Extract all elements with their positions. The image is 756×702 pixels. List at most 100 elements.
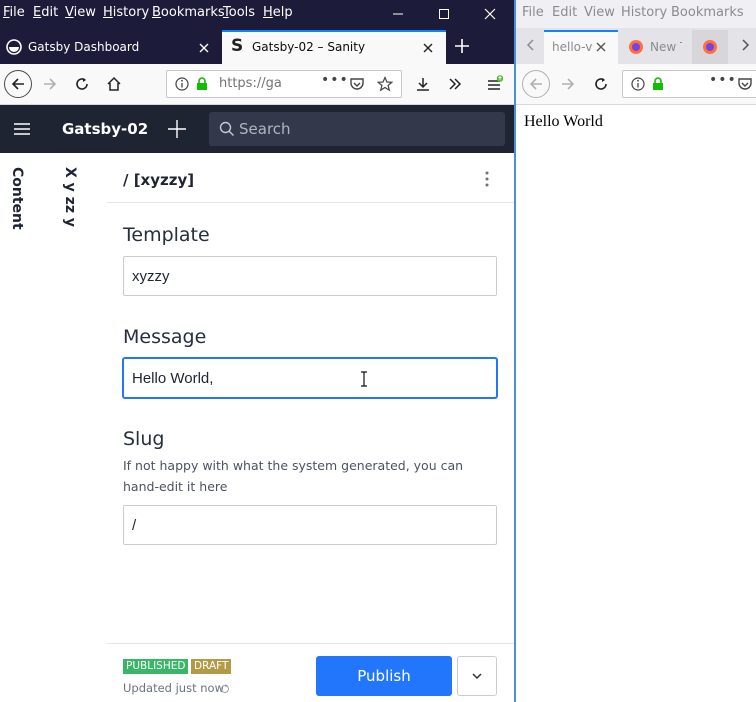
menu-edit[interactable]: Edit [33,5,58,20]
menu-bar: File Edit View History Bookmarks Tools H… [0,0,514,28]
document-menu-button[interactable] [479,169,495,189]
menu-history[interactable]: History [621,5,667,20]
url-text: https://ga [219,76,282,91]
tab-label: New T [650,40,682,54]
maximize-button[interactable] [421,0,467,28]
message-label: Message [123,326,207,348]
download-icon [417,78,429,91]
tab-hello-world[interactable]: hello-v [544,30,618,64]
project-name[interactable]: Gatsby-02 [62,120,148,138]
arrow-right-icon [562,78,575,90]
sync-icon [221,684,229,693]
menu-edit[interactable]: Edit [552,5,577,20]
chevron-right-icon [742,39,750,51]
page-body-text: Hello World [524,113,603,130]
app-menu-button[interactable] [482,72,506,96]
menu-view[interactable]: View [65,5,96,20]
pane-content[interactable]: Content [0,153,53,702]
gatsby-icon [6,39,22,55]
page-actions-icon[interactable]: ••• [321,72,349,88]
reload-button[interactable] [70,72,94,96]
slug-description: If not happy with what the system genera… [123,458,464,494]
tab-scroll-right-button[interactable] [738,38,752,52]
pane-title-content: Content [9,167,25,230]
home-button[interactable] [102,72,126,96]
arrow-left-icon [529,78,542,90]
minimize-icon [393,13,403,15]
search-input[interactable] [239,112,489,146]
back-button[interactable] [4,70,32,98]
sync-status: Updated just now [123,681,224,695]
menu-view[interactable]: View [584,5,615,20]
close-icon [423,43,433,53]
double-chevron-icon [449,78,462,90]
info-icon [175,77,189,91]
reload-button[interactable] [589,72,613,96]
document-title: / [xyzzy] [123,171,195,189]
create-document-button[interactable] [166,118,188,140]
forward-button[interactable] [38,72,62,96]
tab-firefox[interactable] [692,30,728,64]
star-icon[interactable] [377,76,393,92]
menu-file[interactable]: File [3,5,25,20]
publish-button[interactable]: Publish [316,656,452,696]
slug-input[interactable] [123,505,497,545]
firefox-icon [703,40,717,54]
tab-gatsby-dashboard[interactable]: Gatsby Dashboard [0,30,220,64]
search-icon [219,121,234,136]
maximize-icon [439,9,449,19]
forward-button[interactable] [556,72,580,96]
downloads-button[interactable] [411,72,435,96]
overflow-button[interactable] [443,72,467,96]
more-vertical-icon [485,171,489,187]
tab-close-button[interactable] [421,41,435,55]
page-actions-icon[interactable]: ••• [709,72,737,88]
search-box [209,112,505,146]
browser-window-right: File Edit View History Bookmarks hello-v… [514,0,756,702]
slug-label: Slug [123,428,165,450]
menu-history[interactable]: History [103,5,149,20]
template-input[interactable] [123,256,497,296]
lock-icon [653,77,663,90]
menu-bookmarks[interactable]: Bookmarks [152,5,225,20]
navigation-toolbar: https://ga ••• [0,64,514,105]
menu-help[interactable]: Help [263,5,293,20]
close-icon [596,42,606,52]
pocket-icon[interactable] [349,76,365,92]
pane-xyzzy[interactable]: X y zz y [52,153,108,702]
chevron-down-icon [472,673,482,680]
tab-scroll-left-button[interactable] [524,38,538,52]
home-icon [107,76,121,91]
reload-icon [595,78,607,90]
tab-close-button[interactable] [596,42,606,52]
menu-tools[interactable]: Tools [223,5,255,20]
url-bar[interactable]: https://ga ••• [166,70,402,98]
back-button[interactable] [522,70,550,98]
badge-published: PUBLISHED [123,659,189,674]
reload-icon [76,78,88,90]
document-editor-pane: / [xyzzy] Template Message Slug If not h… [107,153,514,702]
document-actions-button[interactable] [457,656,497,696]
browser-window-left: File Edit View History Bookmarks Tools H… [0,0,514,702]
tab-close-button[interactable] [197,41,211,55]
tab-label: hello-v [552,40,593,54]
close-window-button[interactable] [467,0,513,28]
tab-new-tab[interactable]: New T [622,30,692,64]
menu-bookmarks[interactable]: Bookmarks [671,5,744,20]
pocket-icon[interactable] [737,76,753,92]
studio-header: Gatsby-02 [0,105,514,153]
text-cursor-icon [361,371,367,387]
menu-file[interactable]: File [522,5,544,20]
new-tab-button[interactable] [452,36,472,56]
divider [107,202,514,203]
template-label: Template [123,224,210,246]
message-input[interactable] [123,358,497,398]
minimize-button[interactable] [375,0,421,28]
tab-label: Gatsby Dashboard [28,40,140,54]
studio-menu-button[interactable] [12,119,32,139]
tab-strip: Gatsby Dashboard S Gatsby-02 – Sanity [0,28,514,64]
firefox-icon [629,40,643,54]
url-bar[interactable]: ••• [622,70,756,98]
hamburger-icon [14,123,30,135]
tab-gatsby-02-sanity[interactable]: S Gatsby-02 – Sanity [222,30,446,64]
